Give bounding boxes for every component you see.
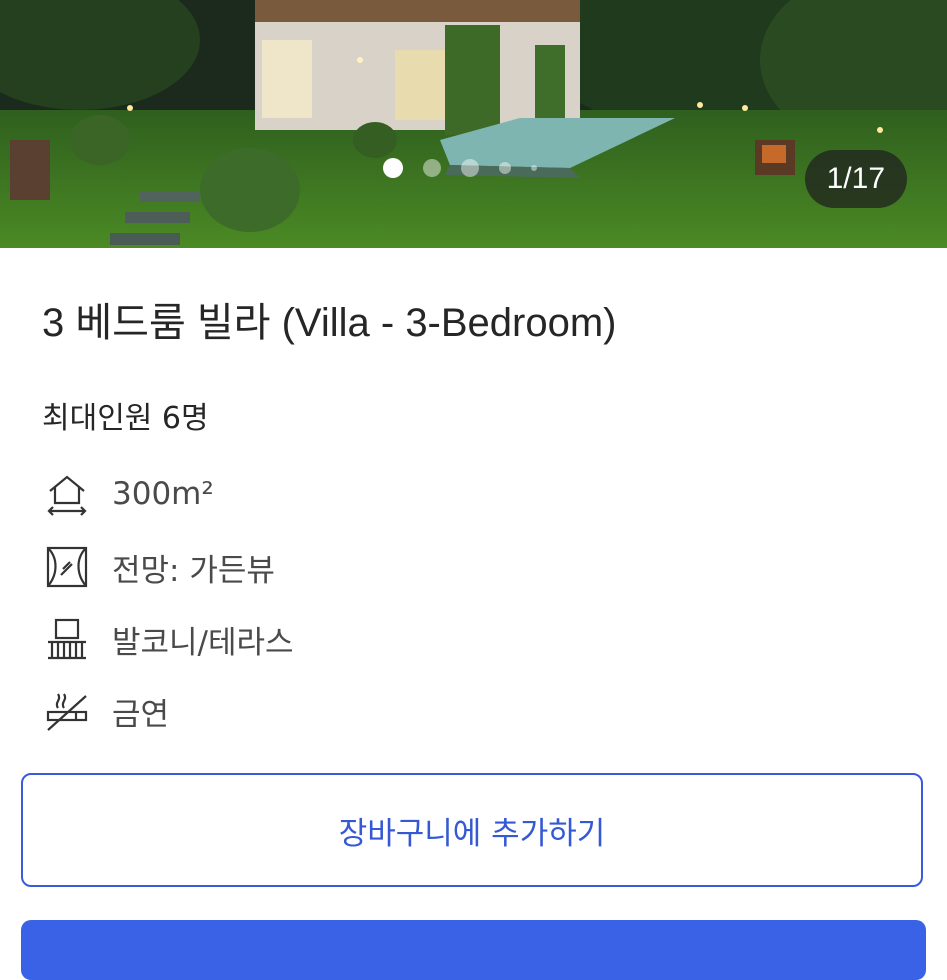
- carousel-dot[interactable]: [499, 162, 511, 174]
- area-house-icon: [42, 470, 92, 518]
- primary-action-button[interactable]: [21, 920, 926, 980]
- balcony-icon: [42, 615, 92, 663]
- feature-label: 300m²: [112, 476, 214, 512]
- carousel-dot[interactable]: [423, 159, 441, 177]
- room-title: 3 베드룸 빌라 (Villa - 3-Bedroom): [42, 301, 617, 345]
- room-photo-carousel[interactable]: 1/17: [0, 0, 947, 248]
- villa-garden-photo: [0, 0, 947, 248]
- feature-area: 300m²: [42, 470, 214, 518]
- no-smoking-icon: [42, 687, 92, 735]
- feature-label: 발코니/테라스: [112, 624, 294, 661]
- carousel-dot[interactable]: [531, 165, 537, 171]
- feature-view: 전망: 가든뷰: [42, 543, 275, 591]
- carousel-pagination: [383, 158, 537, 178]
- feature-label: 금연: [112, 696, 170, 733]
- feature-balcony: 발코니/테라스: [42, 615, 294, 663]
- carousel-dot[interactable]: [461, 159, 479, 177]
- feature-no-smoking: 금연: [42, 687, 169, 735]
- window-view-icon: [42, 543, 92, 591]
- max-occupancy: 최대인원 6명: [42, 401, 209, 436]
- feature-label: 전망: 가든뷰: [112, 552, 275, 589]
- carousel-dot-active[interactable]: [383, 158, 403, 178]
- photo-counter-badge: 1/17: [804, 150, 907, 208]
- add-to-cart-button[interactable]: 장바구니에 추가하기: [21, 773, 923, 887]
